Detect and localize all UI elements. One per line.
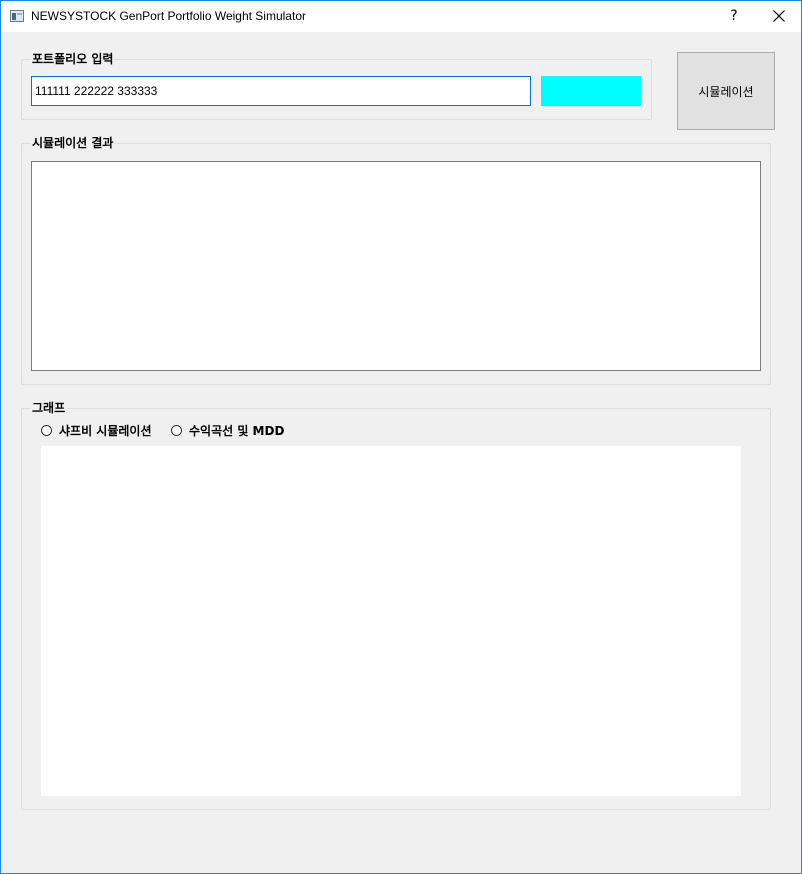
sharpe-simulation-radio[interactable]: 샤프비 시뮬레이션 xyxy=(41,421,152,439)
title-bar: NEWSYSTOCK GenPort Portfolio Weight Simu… xyxy=(1,1,801,32)
portfolio-code-input[interactable] xyxy=(31,76,531,106)
portfolio-group-title: 포트폴리오 입력 xyxy=(31,52,115,66)
graph-canvas xyxy=(41,446,741,796)
app-icon xyxy=(10,10,24,22)
radio-circle-icon xyxy=(41,424,52,436)
sharpe-simulation-label: 샤프비 시뮬레이션 xyxy=(59,423,152,438)
close-button[interactable] xyxy=(761,4,797,28)
return-curve-mdd-radio[interactable]: 수익곡선 및 MDD xyxy=(171,421,284,439)
simulation-result-textarea[interactable] xyxy=(31,161,761,371)
help-button[interactable]: ? xyxy=(717,4,751,28)
graph-group-title: 그래프 xyxy=(31,401,67,415)
result-group-title: 시뮬레이션 결과 xyxy=(31,136,115,150)
return-curve-mdd-label: 수익곡선 및 MDD xyxy=(189,423,285,438)
window-title: NEWSYSTOCK GenPort Portfolio Weight Simu… xyxy=(31,9,306,23)
radio-circle-icon xyxy=(171,424,182,436)
color-indicator xyxy=(541,76,641,106)
simulate-button[interactable]: 시뮬레이션 xyxy=(677,52,775,130)
close-icon xyxy=(773,10,785,22)
